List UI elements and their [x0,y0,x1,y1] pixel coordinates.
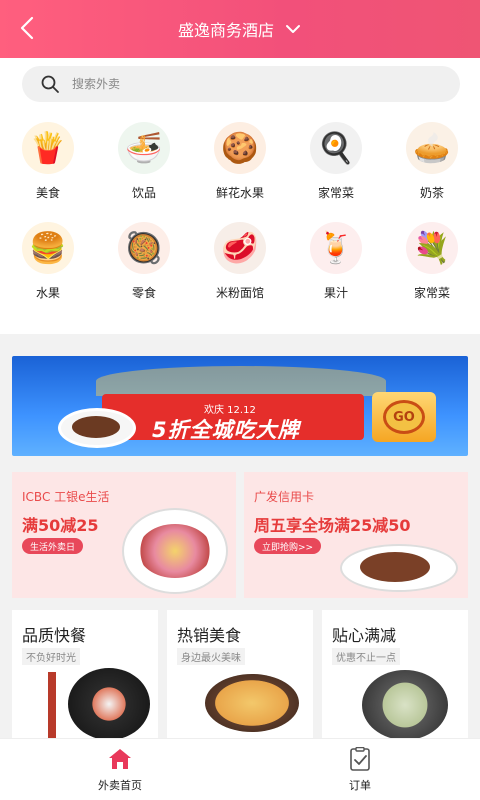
category-label: 家常菜 [317,186,354,200]
category-item[interactable]: 🍹 果汁 [288,222,384,308]
tile-hot-food[interactable]: 热销美食 身边最火美味 [167,610,313,738]
chevron-down-icon [286,25,300,33]
chopsticks-image [48,672,56,738]
tile-title: 品质快餐 [22,626,87,645]
go-label: GO [383,400,425,434]
sushi-image [68,668,150,738]
tile-subtitle: 不负好时光 [22,648,80,665]
noodles-image [205,674,299,732]
tile-title: 贴心满减 [332,626,397,645]
tab-orders[interactable]: 订单 [300,739,420,800]
category-label: 米粉面馆 [215,286,264,300]
promo-card-gdb[interactable]: 广发信用卡 周五享全场满25减50 立即抢购>> [244,472,468,598]
steak-icon: 🥩 [214,222,266,274]
fries-icon: 🍟 [22,122,74,174]
banner-steak-image [72,416,120,438]
header-title: 盛逸商务酒店 [177,21,274,40]
flowers-icon: 💐 [406,222,458,274]
promo-offer: 满50减25 [22,516,99,535]
banner-headline: 5折全城吃大牌 [152,418,300,442]
app-header: 盛逸商务酒店 [0,0,480,58]
category-item[interactable]: 🍳 家常菜 [288,122,384,208]
home-icon [109,749,131,769]
back-arrow-icon[interactable] [14,14,42,42]
category-item[interactable]: 🥧 奶茶 [384,122,480,208]
cookie-icon: 🍪 [214,122,266,174]
promo-tag: 生活外卖日 [22,538,84,554]
category-label: 奶茶 [419,186,444,200]
tile-discounts[interactable]: 贴心满减 优惠不止一点 [322,610,468,738]
pie-icon: 🥧 [406,122,458,174]
category-item[interactable]: 🍔 水果 [0,222,96,308]
bottom-tab-bar: 外卖首页 订单 [0,738,480,800]
tile-subtitle: 优惠不止一点 [332,648,400,665]
tab-home[interactable]: 外卖首页 [60,739,180,800]
search-input[interactable] [72,77,432,91]
tab-label: 外卖首页 [98,779,142,792]
category-label: 鲜花水果 [215,186,264,200]
tile-subtitle: 身边最火美味 [177,648,245,665]
steak-image [360,552,430,582]
banner-decoration [96,366,386,396]
category-label: 水果 [35,286,60,300]
search-bar[interactable] [22,66,460,102]
tile-title: 热销美食 [177,626,242,645]
tab-label: 订单 [349,779,371,792]
hotel-selector[interactable]: 盛逸商务酒店 [178,17,302,41]
promo-tag: 立即抢购>> [254,538,322,554]
category-item[interactable]: 🥘 零食 [96,222,192,308]
drink-icon: 🍹 [310,222,362,274]
promo-offer: 周五享全场满25减50 [254,516,411,535]
promo-bank-name: ICBC 工银e生活 [22,490,110,504]
category-item[interactable]: 🍜 饮品 [96,122,192,208]
category-label: 美食 [35,186,60,200]
category-item[interactable]: 🍪 鲜花水果 [192,122,288,208]
tile-quick-meal[interactable]: 品质快餐 不负好时光 [12,610,158,738]
promo-bank-name: 广发信用卡 [254,490,315,504]
hotpot-icon: 🥘 [118,222,170,274]
burger-icon: 🍔 [22,222,74,274]
category-item[interactable]: 💐 家常菜 [384,222,480,308]
bowl-icon: 🍜 [118,122,170,174]
category-item[interactable]: 🍟 美食 [0,122,96,208]
category-label: 果汁 [323,286,348,300]
pan-icon: 🍳 [310,122,362,174]
order-icon [350,747,370,771]
platter-food-image [138,524,212,578]
category-label: 零食 [131,286,156,300]
banner-go-button[interactable]: GO [372,392,436,442]
soup-image [362,670,448,738]
promo-card-icbc[interactable]: ICBC 工银e生活 满50减25 生活外卖日 [12,472,236,598]
category-label: 饮品 [131,186,156,200]
search-icon [41,75,59,93]
category-item[interactable]: 🥩 米粉面馆 [192,222,288,308]
category-label: 家常菜 [413,286,450,300]
feature-tiles: 品质快餐 不负好时光 热销美食 身边最火美味 贴心满减 优惠不止一点 [12,610,468,738]
promo-banner[interactable]: 欢庆 12.12 5折全城吃大牌 GO [12,356,468,456]
